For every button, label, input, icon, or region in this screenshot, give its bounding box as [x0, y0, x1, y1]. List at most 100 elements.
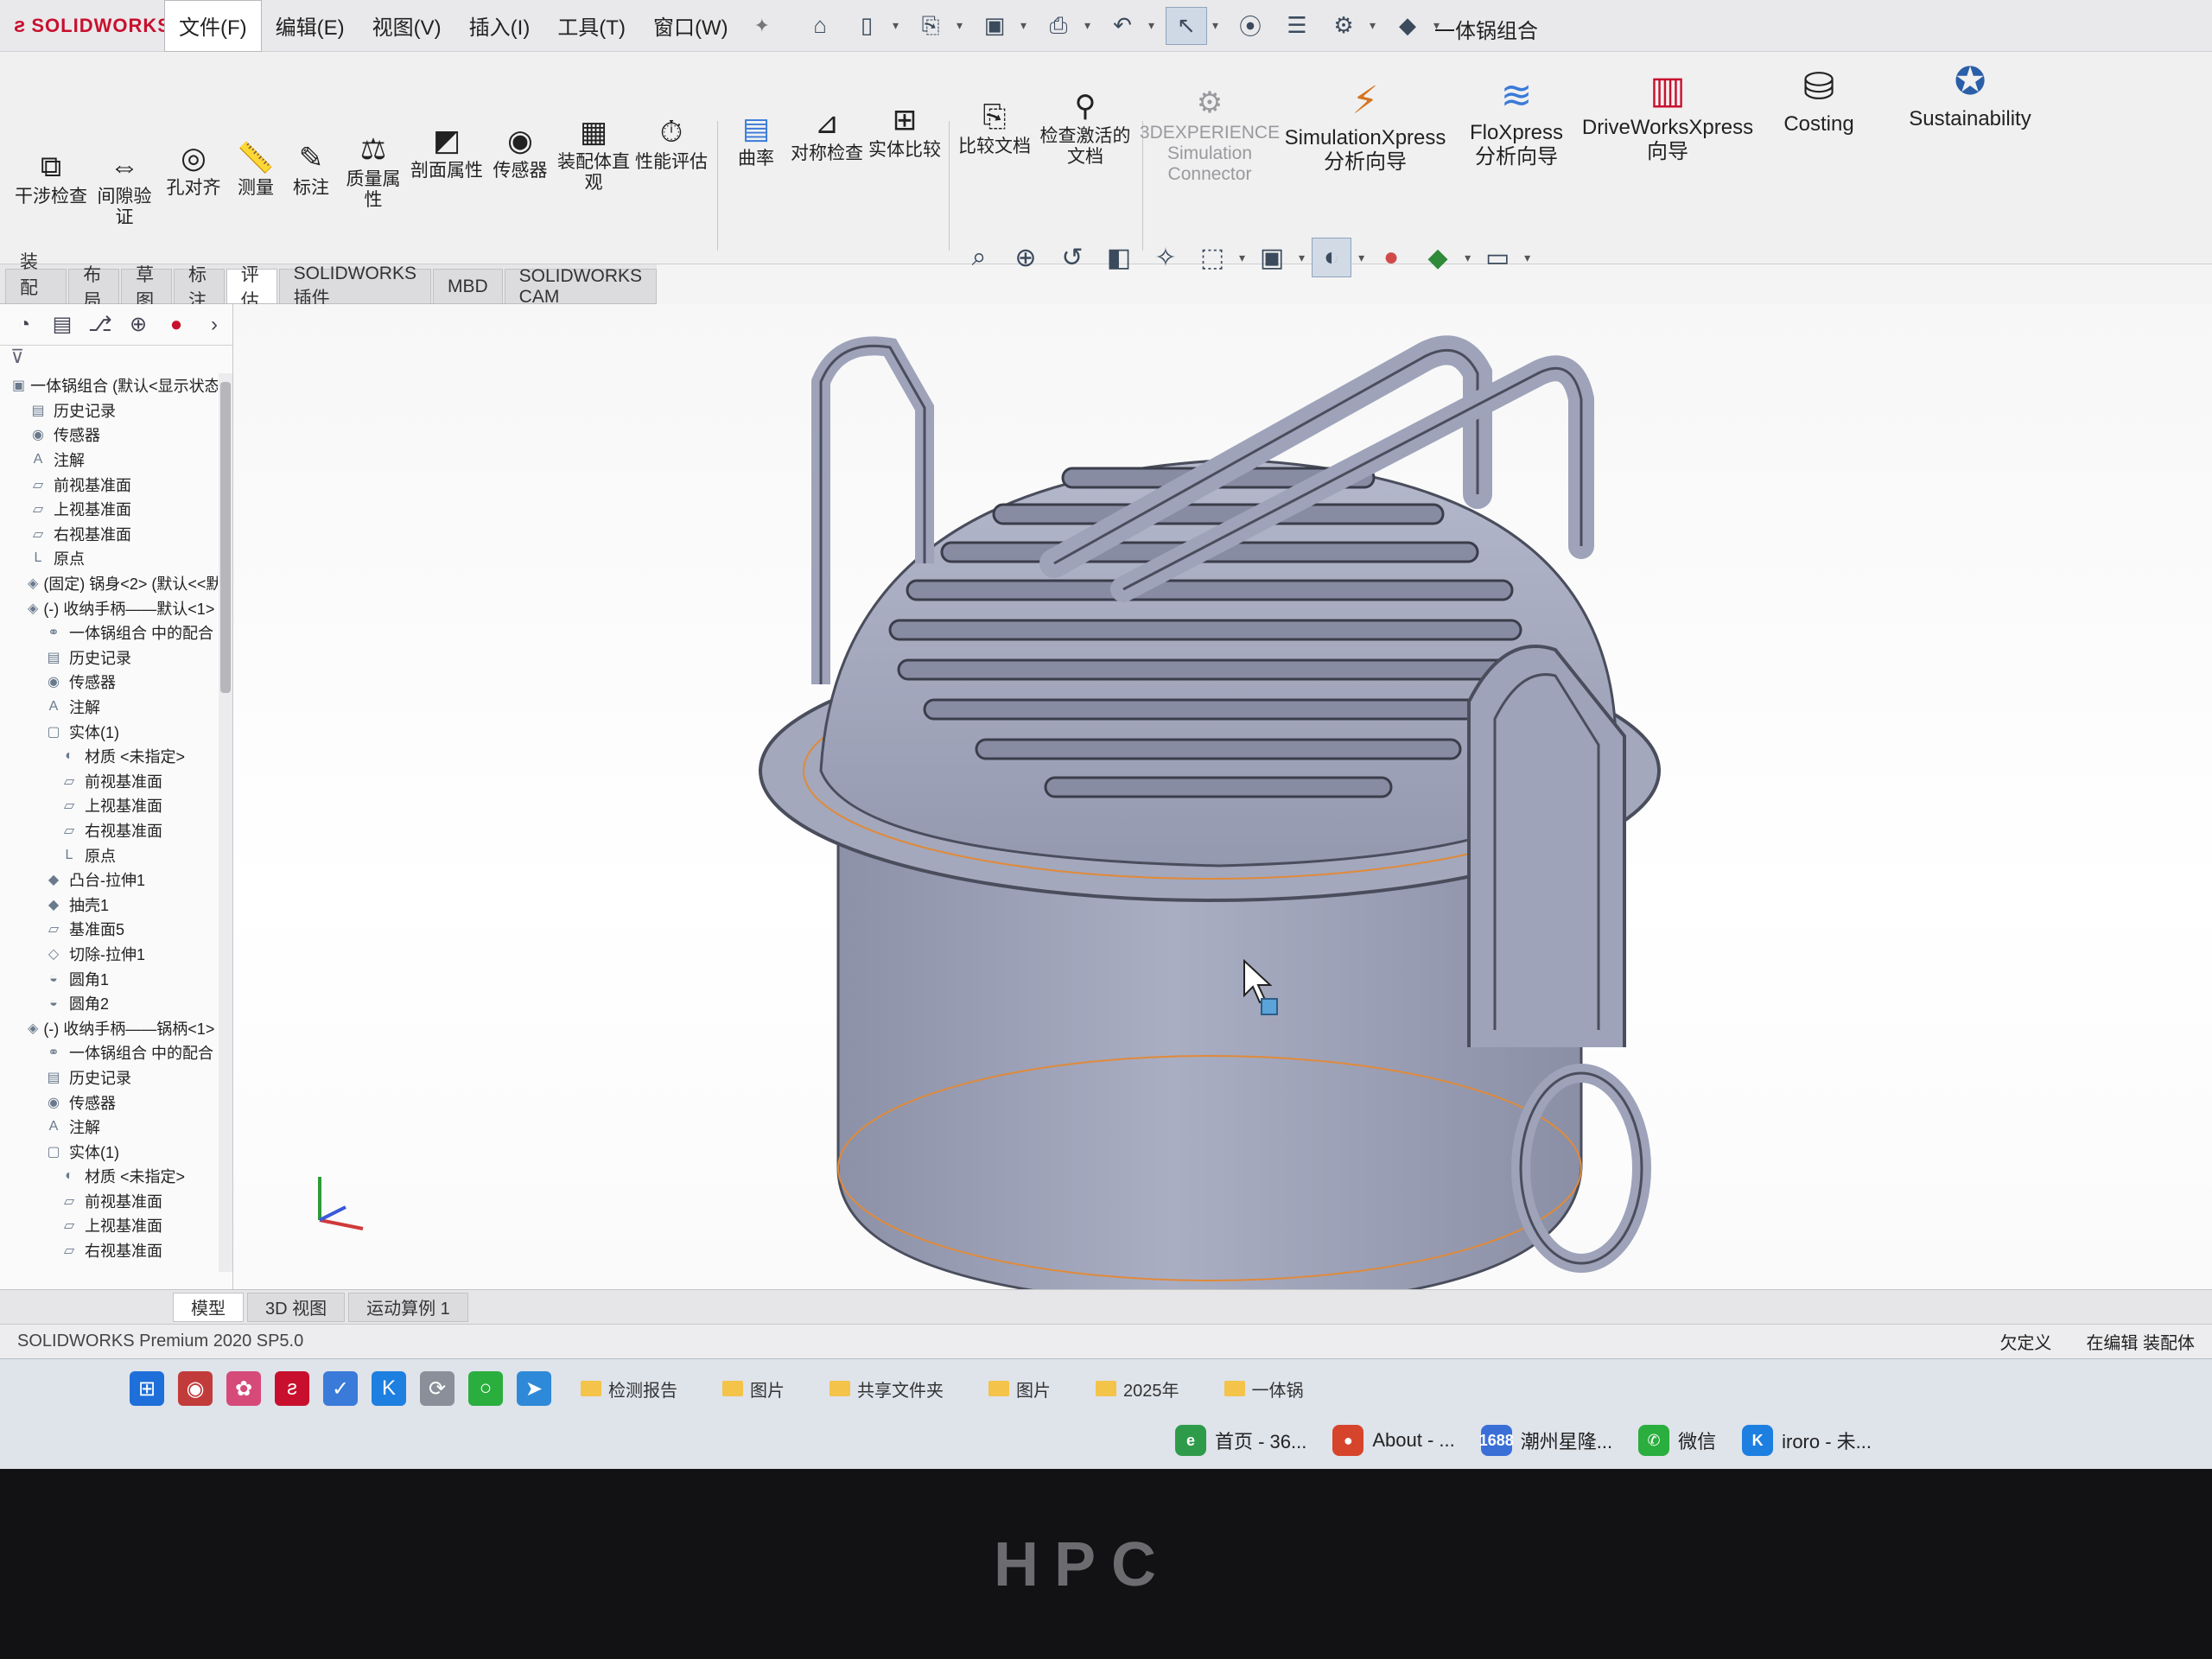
hole-alignment-button[interactable]: ◎ 孔对齐 [159, 138, 228, 199]
feature-tree-item[interactable]: ◆ 抽壳1 [0, 892, 218, 917]
section-properties-button[interactable]: ◩ 剖面属性 [408, 121, 486, 181]
feature-tree-item[interactable]: ◉ 传感器 [0, 670, 218, 695]
feature-tree-item[interactable]: ◈(-) 收纳手柄——锅柄<1> (默 [0, 1015, 218, 1040]
taskbar-app-wechat[interactable]: ✆ 微信 [1638, 1425, 1716, 1456]
undo-icon[interactable]: ↶ [1102, 7, 1143, 45]
taskbar-app-chrome[interactable]: ● About - ... [1332, 1425, 1455, 1456]
feature-tree-item[interactable]: ▱ 右视基准面 [0, 1238, 218, 1263]
dimxpert-icon[interactable]: ⊕ [123, 309, 154, 340]
feature-tree-item[interactable]: A 注解 [0, 1115, 218, 1140]
feature-tree-item[interactable]: ▱ 前视基准面 [0, 769, 218, 794]
display-style-icon[interactable]: ▣ [1252, 238, 1292, 277]
feature-tree-item[interactable]: ◇ 切除-拉伸1 [0, 942, 218, 967]
options-icon[interactable]: ⚙ [1323, 7, 1364, 45]
feature-tree-item[interactable]: ◒ 圆角2 [0, 991, 218, 1016]
view-orientation-icon[interactable]: ⬚ [1192, 238, 1232, 277]
taskbar-app-360[interactable]: e 首页 - 36... [1175, 1425, 1306, 1456]
tab-assembly[interactable]: 装配体 [5, 252, 67, 324]
taskbar-folder[interactable]: 共享文件夹 [814, 1370, 959, 1408]
configuration-manager-icon[interactable]: ⎇ [85, 309, 116, 340]
check-active-document-button[interactable]: ⚲ 检查激活的文档 [1033, 86, 1137, 168]
feature-tree-item[interactable]: ◒ 圆角1 [0, 966, 218, 991]
feature-tree-item[interactable]: ▱ 前视基准面 [0, 472, 218, 497]
save-icon[interactable]: ▣ [974, 7, 1015, 45]
editing-status[interactable]: 在编辑 装配体 [2086, 1329, 2195, 1354]
panel-arrow-icon[interactable]: › [199, 309, 230, 340]
body-compare-button[interactable]: ⊞ 实体比较 [866, 100, 944, 161]
open-icon[interactable]: ⎘ [910, 7, 951, 45]
interference-check-button[interactable]: ⧉ 干涉检查 [12, 147, 90, 207]
feature-tree-item[interactable]: ▤ 历史记录 [0, 645, 218, 671]
telegram-icon[interactable]: ➤ [517, 1371, 551, 1406]
floxpress-button[interactable]: ≋ FloXpress 分析向导 [1460, 69, 1573, 169]
property-manager-icon[interactable]: ▤ [47, 309, 78, 340]
curvature-button[interactable]: ▤ 曲率 [726, 109, 786, 169]
taskbar-folder[interactable]: 图片 [973, 1370, 1066, 1408]
compare-documents-button[interactable]: ⎘ 比较文档 [956, 97, 1033, 157]
display-manager-icon[interactable]: ● [161, 309, 192, 340]
taskbar-folder[interactable]: 检测报告 [565, 1370, 693, 1408]
3dexperience-connector-button[interactable]: ⚙ 3DEXPERIENCE Simulation Connector [1140, 83, 1280, 185]
app-green-icon[interactable]: ○ [468, 1371, 503, 1406]
apply-scene-icon[interactable]: ◆ [1418, 238, 1458, 277]
feature-tree-item[interactable]: ◈ (-) 收纳手柄——默认<1> (默认< [0, 595, 218, 620]
simulationxpress-button[interactable]: ⚡ SimulationXpress 分析向导 [1279, 74, 1452, 175]
appearance-icon[interactable]: ◆ [1387, 7, 1428, 45]
app-grey-icon[interactable]: ⟳ [420, 1371, 454, 1406]
feature-tree-item[interactable]: ◐ 材质 <未指定> [0, 1164, 218, 1189]
feature-tree-item[interactable]: ▱ 右视基准面 [0, 818, 218, 843]
tab-markup[interactable]: 标注 [173, 265, 225, 311]
home-icon[interactable]: ⌂ [799, 7, 841, 45]
zoom-to-area-icon[interactable]: ⊕ [1006, 238, 1046, 277]
feature-tree-item[interactable]: ◐ 材质 <未指定> [0, 744, 218, 769]
right-latch-handle[interactable] [1467, 645, 1626, 1047]
section-view-icon[interactable]: ◧ [1099, 238, 1139, 277]
feature-tree-item[interactable]: ▢ 实体(1) [0, 1139, 218, 1164]
tab-mbd[interactable]: MBD [432, 269, 503, 303]
feature-tree-item[interactable]: ▣一体锅组合 (默认<显示状态-1>) [0, 373, 218, 398]
sensor-button[interactable]: ◉ 传感器 [486, 121, 555, 181]
menu-insert[interactable]: 插入(I) [455, 0, 544, 52]
menu-window[interactable]: 窗口(W) [639, 0, 742, 52]
select-icon[interactable]: ↖ [1166, 6, 1208, 45]
solidworks-logo[interactable]: ƨ SOLIDWORKS [0, 0, 170, 52]
feature-tree-scrollbar[interactable] [219, 373, 232, 1272]
app-k-icon[interactable]: K [372, 1371, 406, 1406]
tab-cam[interactable]: SOLIDWORKS CAM [504, 266, 658, 307]
view-settings-icon[interactable]: ▭ [1478, 238, 1517, 277]
previous-view-icon[interactable]: ↺ [1052, 238, 1092, 277]
menu-tools[interactable]: 工具(T) [543, 0, 639, 52]
hide-show-items-icon[interactable]: ◐ [1312, 238, 1352, 277]
markup-button[interactable]: ✎ 标注 [283, 138, 339, 199]
feature-tree-item[interactable]: ◆ 凸台-拉伸1 [0, 868, 218, 893]
feature-tree-item[interactable]: ▱ 上视基准面 [0, 497, 218, 522]
new-icon[interactable]: ▯ [846, 7, 887, 45]
feature-tree-item[interactable]: ▢ 实体(1) [0, 719, 218, 744]
chrome-icon[interactable]: ◉ [178, 1371, 213, 1406]
menu-view[interactable]: 视图(V) [359, 0, 455, 52]
zoom-to-fit-icon[interactable]: ⌕ [959, 238, 999, 277]
sustainability-button[interactable]: ✪ Sustainability [1884, 55, 2056, 131]
feature-tree-item[interactable]: ▱ 前视基准面 [0, 1189, 218, 1214]
edit-appearance-icon[interactable]: ● [1371, 238, 1411, 277]
feature-tree-item[interactable]: ▱ 右视基准面 [0, 522, 218, 547]
feature-tree-item[interactable]: L 原点 [0, 546, 218, 571]
file-properties-icon[interactable]: ☰ [1276, 7, 1318, 45]
taskbar-folder[interactable]: 图片 [707, 1370, 800, 1408]
pot-assembly-model[interactable] [233, 304, 2212, 1289]
tab-3d-views[interactable]: 3D 视图 [247, 1292, 346, 1322]
feature-tree-item[interactable]: L 原点 [0, 842, 218, 868]
taskbar-app-1688[interactable]: 1688 潮州星隆... [1479, 1425, 1612, 1456]
filter-icon[interactable]: ⊽ [0, 346, 232, 372]
pin-icon[interactable]: ✦ [742, 15, 782, 37]
feature-tree-item[interactable]: ▤ 历史记录 [0, 1065, 218, 1090]
symmetry-check-button[interactable]: ⊿ 对称检查 [788, 104, 866, 164]
feature-tree-item[interactable]: ▱ 基准面5 [0, 917, 218, 942]
traffic-light-icon[interactable]: ⦿ [1230, 7, 1271, 45]
scrollbar-thumb[interactable] [220, 382, 231, 693]
tab-sketch[interactable]: 草图 [121, 265, 172, 311]
performance-evaluation-button[interactable]: ⏱ 性能评估 [632, 112, 710, 173]
feature-tree-item[interactable]: ▱ 上视基准面 [0, 793, 218, 818]
feature-tree-item[interactable]: ◈ (固定) 锅身<2> (默认<<默认 [0, 571, 218, 596]
tab-model[interactable]: 模型 [173, 1292, 244, 1322]
